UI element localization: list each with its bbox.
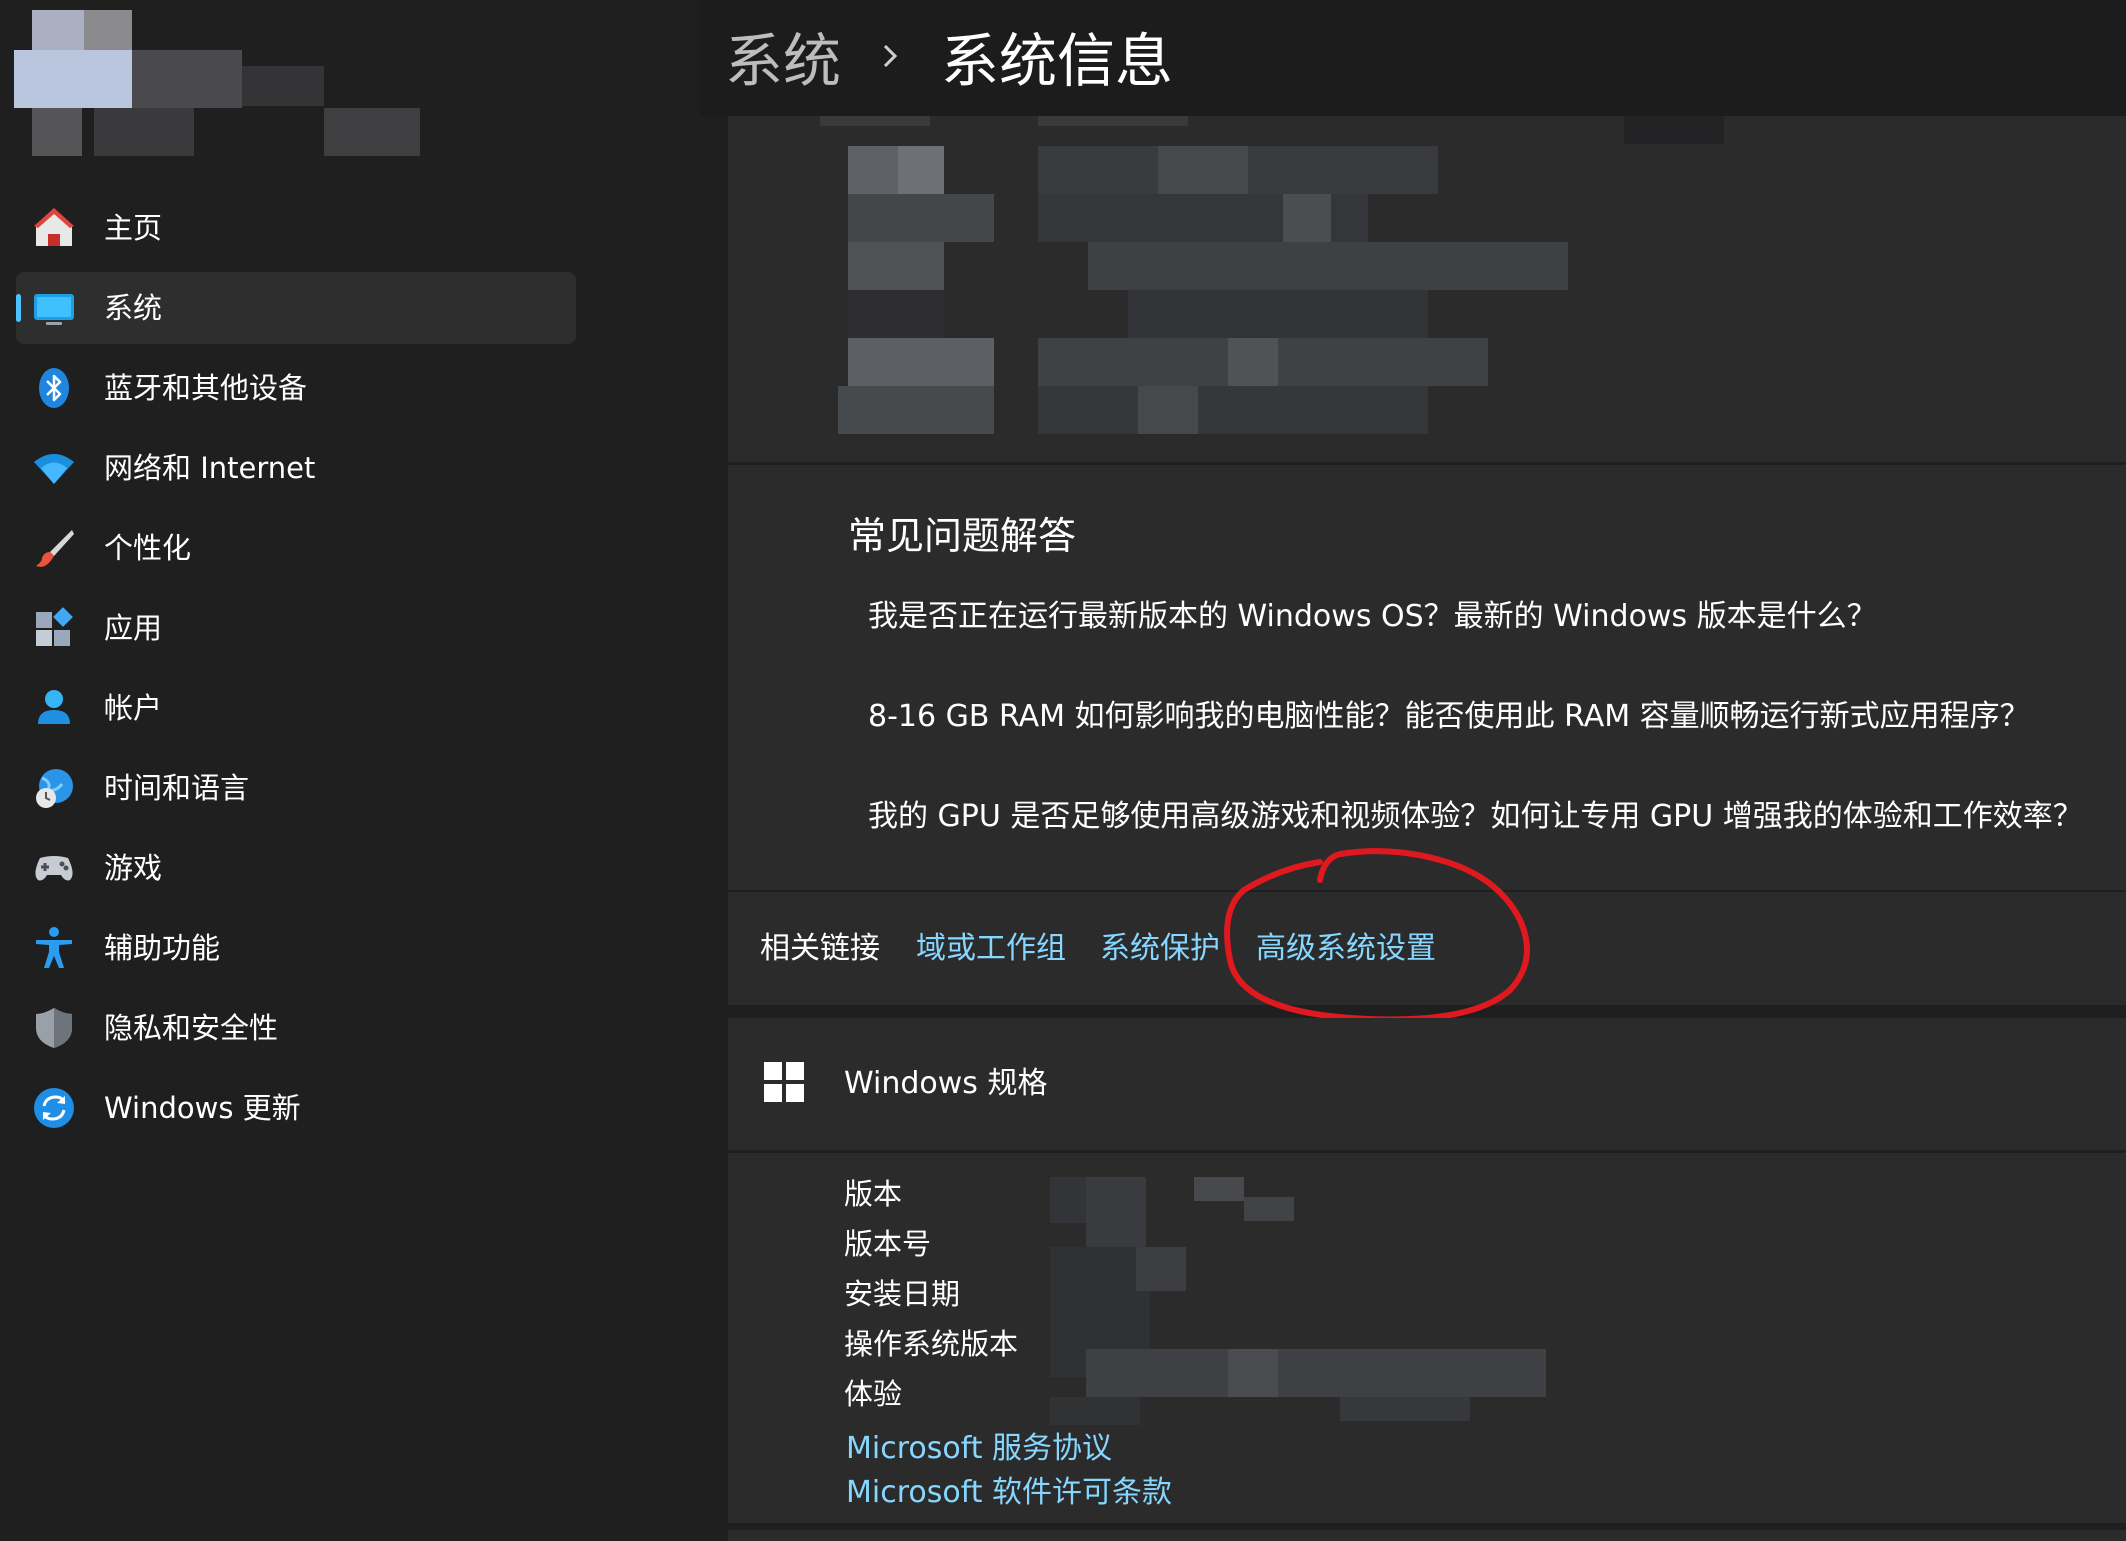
system-protection-link[interactable]: 系统保护 <box>1100 892 1220 1005</box>
faq-item[interactable]: 8-16 GB RAM 如何影响我的电脑性能？能否使用此 RAM 容量顺畅运行新… <box>868 691 2030 735</box>
sidebar-item-label: 隐私和安全性 <box>104 1011 279 1045</box>
wifi-icon <box>34 454 74 484</box>
sidebar-item-label: 辅助功能 <box>104 931 221 965</box>
sidebar-item-label: 网络和 Internet <box>104 451 316 485</box>
sidebar-item-accessibility[interactable]: 辅助功能 <box>16 912 576 984</box>
device-spec-card <box>728 116 2126 462</box>
sidebar-item-system[interactable]: 系统 <box>16 272 576 344</box>
bluetooth-icon <box>39 368 69 408</box>
chevron-right-icon <box>883 44 898 68</box>
sidebar-item-windows-update[interactable]: Windows 更新 <box>16 1072 576 1144</box>
sidebar-item-network[interactable]: 网络和 Internet <box>16 432 576 504</box>
breadcrumb: 系统 系统信息 <box>725 16 1173 96</box>
microsoft-license-terms-link[interactable]: Microsoft 软件许可条款 <box>846 1467 1172 1511</box>
brush-icon <box>36 530 74 567</box>
sidebar-item-accounts[interactable]: 帐户 <box>16 672 576 744</box>
faq-card: 常见问题解答 我是否正在运行最新版本的 Windows OS？最新的 Windo… <box>728 465 2126 890</box>
faq-item[interactable]: 我的 GPU 是否足够使用高级游戏和视频体验？如何让专用 GPU 增强我的体验和… <box>868 791 2083 835</box>
sidebar-item-label: 游戏 <box>104 851 163 885</box>
apps-icon <box>36 607 73 646</box>
sidebar-item-time-language[interactable]: 时间和语言 <box>16 752 576 824</box>
shield-icon <box>36 1008 72 1048</box>
accessibility-icon <box>36 927 72 968</box>
faq-item[interactable]: 我是否正在运行最新版本的 Windows OS？最新的 Windows 版本是什… <box>868 591 1877 635</box>
sidebar-item-label: 时间和语言 <box>104 771 250 805</box>
domain-workgroup-link[interactable]: 域或工作组 <box>916 892 1066 1005</box>
spec-row-label: 版本 <box>844 1177 903 1211</box>
display-icon <box>34 294 74 325</box>
sidebar-item-gaming[interactable]: 游戏 <box>16 832 576 904</box>
globe-clock-icon <box>36 769 73 808</box>
sidebar-item-apps[interactable]: 应用 <box>16 592 576 664</box>
gamepad-icon <box>35 856 73 881</box>
windows-spec-title: Windows 规格 <box>844 1066 1048 1101</box>
sidebar-item-label: Windows 更新 <box>104 1091 301 1125</box>
spec-row-label: 安装日期 <box>844 1277 961 1311</box>
sidebar-item-label: 主页 <box>104 211 163 245</box>
selection-indicator <box>16 294 21 322</box>
spec-row-label: 体验 <box>844 1377 903 1411</box>
breadcrumb-parent[interactable]: 系统 <box>725 14 841 98</box>
spec-row-label: 操作系统版本 <box>844 1327 1019 1361</box>
sidebar-item-privacy[interactable]: 隐私和安全性 <box>16 992 576 1064</box>
annotation-circle <box>1224 848 1530 1023</box>
windows-spec-header[interactable]: Windows 规格 <box>728 1018 2126 1150</box>
update-icon <box>34 1088 74 1128</box>
sidebar-item-label: 应用 <box>104 611 163 645</box>
related-links-label: 相关链接 <box>760 931 880 966</box>
windows-logo-icon <box>764 1062 804 1102</box>
page-title: 系统信息 <box>941 27 1174 95</box>
microsoft-services-agreement-link[interactable]: Microsoft 服务协议 <box>846 1423 1112 1467</box>
windows-spec-body: 版本 版本号 安装日期 操作系统版本 体验 Microsoft 服务协议 Mic… <box>728 1153 2126 1523</box>
home-icon <box>34 208 74 246</box>
sidebar-item-personalization[interactable]: 个性化 <box>16 512 576 584</box>
sidebar-item-home[interactable]: 主页 <box>16 192 576 264</box>
sidebar-item-label: 帐户 <box>104 691 163 725</box>
sidebar-item-label: 系统 <box>104 291 163 325</box>
person-icon <box>38 690 70 724</box>
sidebar-item-label: 个性化 <box>104 531 192 565</box>
spec-row-label: 版本号 <box>844 1227 932 1261</box>
sidebar-item-label: 蓝牙和其他设备 <box>104 371 308 405</box>
avatar[interactable] <box>14 10 420 156</box>
faq-title: 常见问题解答 <box>848 514 1077 558</box>
sidebar: 主页 系统 蓝牙和其他设备 网络和 Internet 个性化 应用 帐户 时间和… <box>0 0 700 1541</box>
sidebar-item-bluetooth[interactable]: 蓝牙和其他设备 <box>16 352 576 424</box>
next-card-edge <box>728 1530 2126 1541</box>
